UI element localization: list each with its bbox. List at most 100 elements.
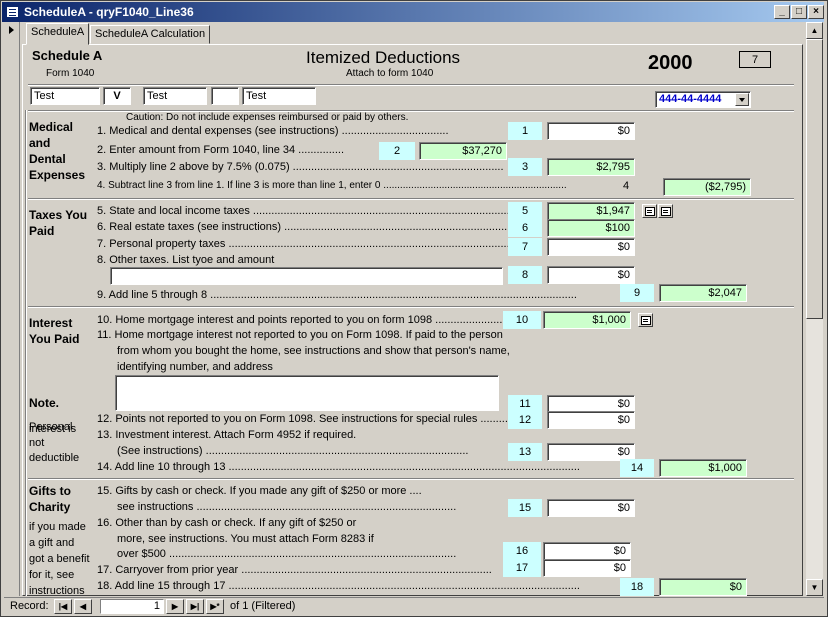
line5-field[interactable]: $1,947 <box>547 202 635 220</box>
taxes-heading-line: Paid <box>29 224 55 238</box>
line9-field[interactable]: $2,047 <box>659 284 747 302</box>
line17-field[interactable]: $0 <box>543 559 631 577</box>
line17-label: 17. Carryover from prior year ..........… <box>97 564 492 576</box>
vertical-scrollbar[interactable]: ▲ ▼ <box>806 22 823 596</box>
line12-field[interactable]: $0 <box>547 411 635 429</box>
line16-label-2: more, see instructions. You must attach … <box>117 533 374 545</box>
note-line: interest is <box>29 423 77 435</box>
line2-field[interactable]: $37,270 <box>419 142 507 160</box>
spouse-name-field[interactable]: Test <box>242 87 316 105</box>
line17-number: 17 <box>503 559 541 577</box>
record-label: Record: <box>10 600 49 612</box>
next-record-icon[interactable]: ▶ <box>166 599 184 614</box>
line4-label: 4. Subtract line 3 from line 1. If line … <box>97 180 567 191</box>
note-heading: Note. <box>29 396 59 410</box>
form-icon <box>6 6 19 18</box>
new-record-icon[interactable]: ▶* <box>206 599 224 614</box>
maximize-icon[interactable]: □ <box>791 5 807 19</box>
line11-address-field[interactable] <box>115 375 499 411</box>
line18-field[interactable]: $0 <box>659 578 747 596</box>
medical-heading-line: Medical <box>29 120 74 134</box>
ssn-value: 444-44-4444 <box>659 93 722 105</box>
line13-label-2: (See instructions) .....................… <box>117 445 469 457</box>
line11-label-2: from whom you bought the home, see instr… <box>117 345 510 357</box>
gifts-heading: Gifts to Charity <box>29 483 71 515</box>
section-divider-3 <box>28 306 794 308</box>
line15-label-2: see instructions .......................… <box>117 501 457 513</box>
line10-detail-button[interactable] <box>638 313 653 327</box>
line4-number: 4 <box>623 180 630 192</box>
line11-label-3: identifying number, and address <box>117 361 273 373</box>
previous-record-icon[interactable]: ◀ <box>74 599 92 614</box>
line16-number: 16 <box>503 542 541 560</box>
line5-label: 5. State and local income taxes ........… <box>97 205 528 217</box>
line1-field[interactable]: $0 <box>547 122 635 140</box>
line13-label-1: 13. Investment interest. Attach Form 495… <box>97 429 357 441</box>
chevron-down-icon[interactable] <box>735 93 749 106</box>
first-record-icon[interactable]: |◀ <box>54 599 72 614</box>
gifts-note-line: for it, see <box>29 569 75 581</box>
last-name-field[interactable]: Test <box>143 87 207 105</box>
line8-description-field[interactable] <box>110 267 503 285</box>
line8-field[interactable]: $0 <box>547 266 635 284</box>
schedule-label: Schedule A <box>32 48 103 63</box>
line14-field[interactable]: $1,000 <box>659 459 747 477</box>
line7-number: 7 <box>508 238 542 256</box>
line3-label: 3. Multiply line 2 above by 7.5% (0.075)… <box>97 161 504 173</box>
section-divider-4 <box>28 478 794 480</box>
form-title: Itemized Deductions <box>306 48 461 67</box>
line5-detail-button-2[interactable] <box>658 204 673 218</box>
line3-field[interactable]: $2,795 <box>547 158 635 176</box>
scroll-down-icon[interactable]: ▼ <box>806 579 823 596</box>
note-line: deductible <box>29 452 80 464</box>
line10-number: 10 <box>503 311 541 329</box>
scroll-thumb[interactable] <box>806 39 823 319</box>
section-divider-2 <box>28 198 794 200</box>
first-name-field[interactable]: Test <box>30 87 100 105</box>
line7-field[interactable]: $0 <box>547 238 635 256</box>
line15-field[interactable]: $0 <box>547 499 635 517</box>
line5-detail-button[interactable] <box>642 204 657 218</box>
window-title: ScheduleA - qryF1040_Line36 <box>24 5 194 19</box>
line12-number: 12 <box>508 411 542 429</box>
line9-number: 9 <box>620 284 654 302</box>
gifts-note-line: a gift and <box>29 537 75 549</box>
medical-heading-line: Expenses <box>29 168 86 182</box>
line10-field[interactable]: $1,000 <box>543 311 631 329</box>
tab-schedulea-label: ScheduleA <box>31 26 85 38</box>
line18-label: 18. Add line 15 through 17 .............… <box>97 580 580 592</box>
line2-label: 2. Enter amount from Form 1040, line 34 … <box>97 144 344 156</box>
title-bar[interactable]: ScheduleA - qryF1040_Line36 _ □ × <box>2 2 824 22</box>
record-selector[interactable] <box>4 22 20 596</box>
gifts-note: if you made a gift and got a benefit for… <box>29 519 90 599</box>
note-line: not <box>29 437 45 449</box>
line16-label-3: over $500 ..............................… <box>117 548 457 560</box>
line16-field[interactable]: $0 <box>543 542 631 560</box>
form-label: Form 1040 <box>46 68 95 79</box>
line8-label: 8. Other taxes. List tyoe and amount <box>97 254 275 266</box>
close-icon[interactable]: × <box>808 5 824 19</box>
medical-heading: Medical and Dental Expenses <box>29 119 85 183</box>
line6-number: 6 <box>508 219 542 237</box>
last-record-icon[interactable]: ▶| <box>186 599 204 614</box>
tax-year: 2000 <box>648 52 693 74</box>
line8-number: 8 <box>508 266 542 284</box>
minimize-icon[interactable]: _ <box>774 5 790 19</box>
record-number-input[interactable]: 1 <box>100 599 164 614</box>
line9-label: 9. Add line 5 through 8 ................… <box>97 289 577 301</box>
suffix-field[interactable] <box>211 87 239 105</box>
line1-label: 1. Medical and dental expenses (see inst… <box>97 125 449 137</box>
tab-schedulea[interactable]: ScheduleA <box>26 23 90 45</box>
taxes-heading-line: Taxes You <box>29 208 88 222</box>
scroll-up-icon[interactable]: ▲ <box>806 22 823 39</box>
line11-label-1: 11. Home mortgage interest not reported … <box>97 329 503 341</box>
sequence-box[interactable]: 7 <box>739 51 771 68</box>
line6-field[interactable]: $100 <box>547 219 635 237</box>
tab-schedulea-calculation[interactable]: ScheduleA Calculation <box>90 25 211 44</box>
line4-field[interactable]: ($2,795) <box>663 178 751 196</box>
interest-heading-line: You Paid <box>29 332 80 346</box>
ssn-combo[interactable]: 444-44-4444 <box>655 91 751 108</box>
gifts-heading-line: Gifts to <box>29 484 71 498</box>
middle-initial-field[interactable]: V <box>103 87 131 105</box>
medical-heading-line: and <box>29 136 51 150</box>
